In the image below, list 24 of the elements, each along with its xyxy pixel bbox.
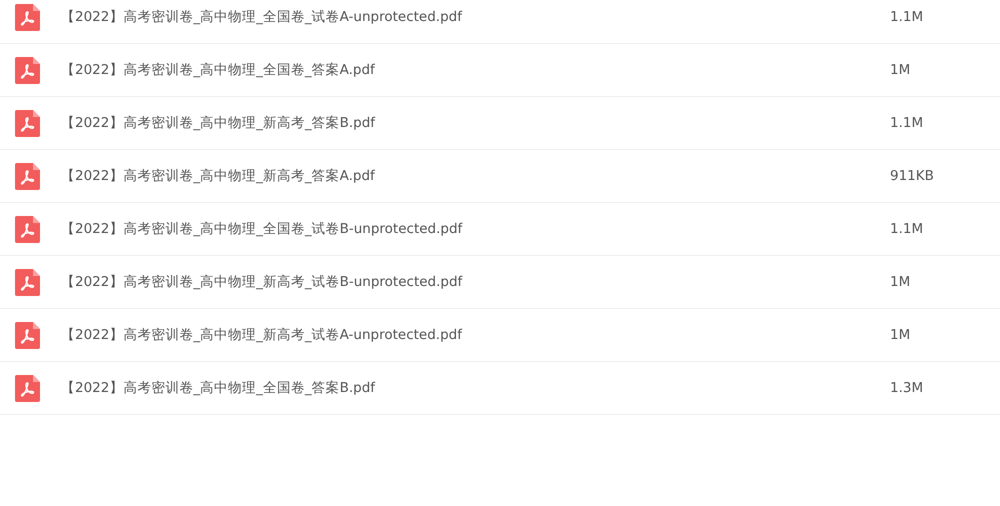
file-size: 1.1M <box>890 114 924 133</box>
file-name[interactable]: 【2022】高考密训卷_高中物理_全国卷_试卷A-unprotected.pdf <box>61 6 890 28</box>
pdf-file-icon <box>15 322 40 348</box>
file-size: 911KB <box>890 166 934 186</box>
file-size: 1.3M <box>890 378 924 398</box>
file-size: 1.1M <box>890 8 924 27</box>
file-name[interactable]: 【2022】高考密训卷_高中物理_全国卷_答案B.pdf <box>61 378 890 398</box>
pdf-file-icon <box>15 162 40 190</box>
pdf-file-icon <box>15 216 40 242</box>
file-size: 1M <box>890 326 910 345</box>
file-size: 1M <box>890 272 910 292</box>
file-name[interactable]: 【2022】高考密训卷_高中物理_新高考_试卷B-unprotected.pdf <box>61 272 890 292</box>
pdf-file-icon <box>15 4 40 30</box>
pdf-file-icon <box>15 268 40 296</box>
file-size: 1.1M <box>890 220 924 239</box>
file-name[interactable]: 【2022】高考密训卷_高中物理_新高考_答案A.pdf <box>61 166 890 186</box>
file-name[interactable]: 【2022】高考密训卷_高中物理_全国卷_答案A.pdf <box>61 60 890 80</box>
pdf-file-icon <box>15 56 40 84</box>
file-name[interactable]: 【2022】高考密训卷_高中物理_新高考_试卷A-unprotected.pdf <box>61 324 890 346</box>
pdf-file-icon <box>15 110 40 136</box>
pdf-file-icon <box>15 374 40 402</box>
file-name[interactable]: 【2022】高考密训卷_高中物理_新高考_答案B.pdf <box>61 112 890 134</box>
file-name[interactable]: 【2022】高考密训卷_高中物理_全国卷_试卷B-unprotected.pdf <box>61 218 890 240</box>
file-size: 1M <box>890 60 910 80</box>
